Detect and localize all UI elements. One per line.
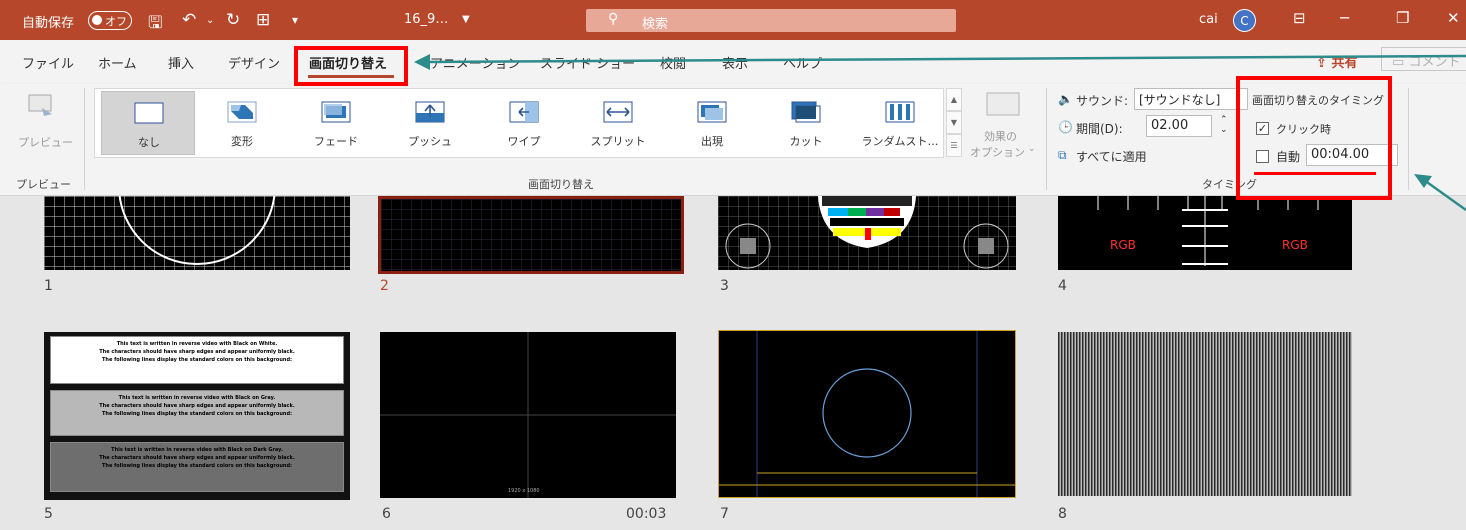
- arrow-to-timing: [1423, 178, 1466, 212]
- arrow-head-icon: [414, 54, 430, 70]
- powerpoint-window: 自動保存 オフ 🖫 ↶ ⌄ ↻ ⊞ ▾ 16_9… ▼ ⚲ 検索 cai C ⊟…: [0, 0, 1466, 530]
- annotation-arrows: [414, 54, 1466, 212]
- arrow-head-icon: [1414, 174, 1432, 188]
- arrow-to-tab: [425, 54, 1466, 64]
